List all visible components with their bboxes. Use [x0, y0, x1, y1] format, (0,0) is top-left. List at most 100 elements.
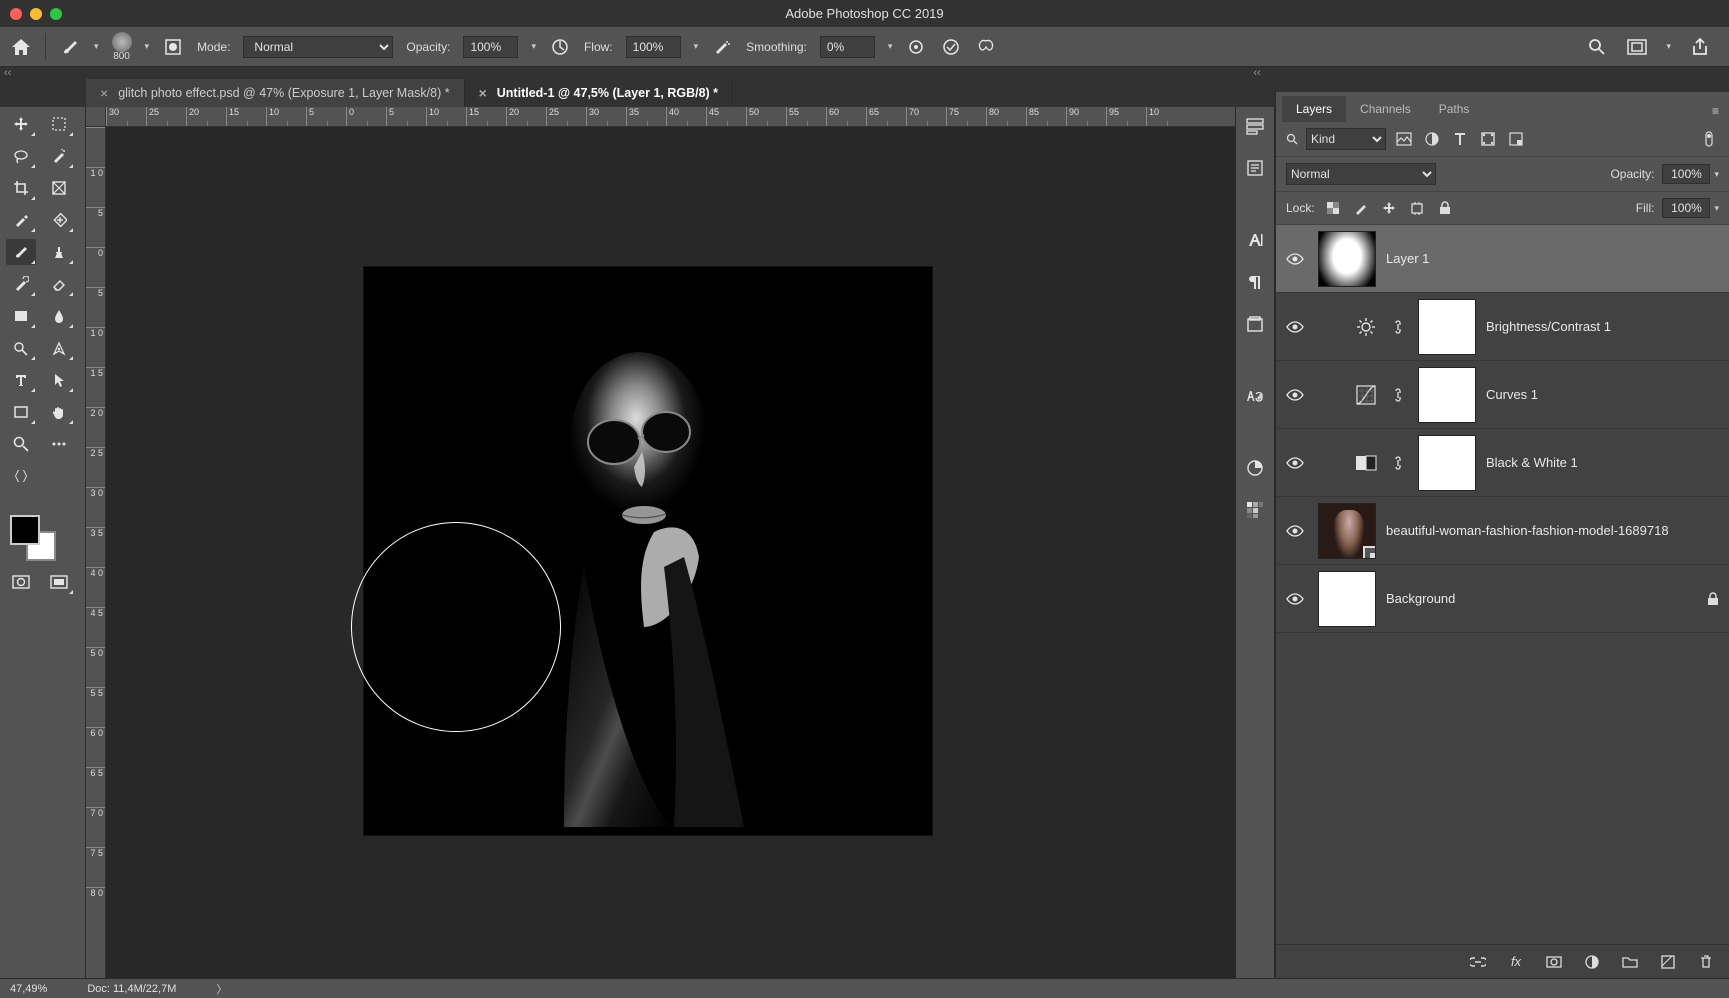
- lasso-tool[interactable]: [6, 143, 36, 169]
- artboard[interactable]: [364, 267, 932, 835]
- close-icon[interactable]: ×: [479, 85, 487, 101]
- lock-artboard-icon[interactable]: [1407, 198, 1427, 218]
- symmetry-icon[interactable]: [940, 36, 962, 58]
- layer-row[interactable]: Curves 1: [1276, 361, 1729, 429]
- frame-tool[interactable]: [44, 175, 74, 201]
- layer-name[interactable]: Curves 1: [1486, 387, 1538, 402]
- window-minimize-button[interactable]: [30, 8, 42, 20]
- layer-name[interactable]: Background: [1386, 591, 1455, 606]
- layer-mask-thumb[interactable]: [1418, 435, 1476, 491]
- lock-pixels-icon[interactable]: [1351, 198, 1371, 218]
- layer-name[interactable]: Brightness/Contrast 1: [1486, 319, 1611, 334]
- new-layer-icon[interactable]: [1659, 953, 1677, 971]
- layer-filter-kind-select[interactable]: Kind: [1306, 128, 1386, 150]
- ruler-origin[interactable]: [86, 107, 106, 127]
- layer-thumb[interactable]: [1318, 571, 1376, 627]
- layer-visibility-icon[interactable]: [1286, 253, 1308, 265]
- flow-input[interactable]: [626, 36, 681, 58]
- filter-smart-icon[interactable]: [1506, 129, 1526, 149]
- move-tool[interactable]: [6, 111, 36, 137]
- blur-tool[interactable]: [44, 303, 74, 329]
- opacity-chevron-icon[interactable]: ▾: [531, 41, 536, 52]
- zoom-level[interactable]: 47,49%: [10, 983, 47, 995]
- link-layers-icon[interactable]: [1469, 953, 1487, 971]
- layer-visibility-icon[interactable]: [1286, 525, 1308, 537]
- search-icon[interactable]: [1586, 36, 1608, 58]
- filter-pixel-icon[interactable]: [1394, 129, 1414, 149]
- document-tab-0[interactable]: × glitch photo effect.psd @ 47% (Exposur…: [86, 79, 465, 107]
- pressure-opacity-icon[interactable]: [549, 36, 571, 58]
- type-tool[interactable]: [6, 367, 36, 393]
- more-tools-icon[interactable]: [44, 431, 74, 457]
- layer-mask-icon[interactable]: [1545, 953, 1563, 971]
- doc-size[interactable]: Doc: 11,4M/22,7M: [87, 983, 176, 995]
- filter-type-icon[interactable]: [1450, 129, 1470, 149]
- close-icon[interactable]: ×: [100, 85, 108, 101]
- hand-tool[interactable]: [44, 399, 74, 425]
- tool-preset-chevron-icon[interactable]: ▾: [94, 41, 99, 52]
- layer-row[interactable]: Black & White 1: [1276, 429, 1729, 497]
- layer-link-icon[interactable]: [1392, 456, 1408, 470]
- quick-select-tool[interactable]: [44, 143, 74, 169]
- zoom-tool[interactable]: [6, 431, 36, 457]
- adjustment-layer-icon[interactable]: [1583, 953, 1601, 971]
- paragraph-panel-icon[interactable]: [1242, 269, 1268, 295]
- panel-menu-icon[interactable]: ≡: [1702, 100, 1729, 122]
- document-tab-1[interactable]: × Untitled-1 @ 47,5% (Layer 1, RGB/8) *: [465, 79, 733, 107]
- properties-panel-icon[interactable]: [1242, 155, 1268, 181]
- layer-fill-input[interactable]: [1662, 198, 1710, 218]
- right-collapse-icon[interactable]: ‹‹: [1239, 67, 1275, 79]
- lock-transparency-icon[interactable]: [1323, 198, 1343, 218]
- healing-brush-tool[interactable]: [44, 207, 74, 233]
- chevron-down-icon[interactable]: ▾: [1714, 169, 1719, 180]
- libraries-panel-icon[interactable]: [1242, 311, 1268, 337]
- rectangle-tool[interactable]: [6, 399, 36, 425]
- history-panel-icon[interactable]: [1242, 113, 1268, 139]
- layer-row[interactable]: Layer 1: [1276, 225, 1729, 293]
- flow-chevron-icon[interactable]: ▾: [694, 41, 699, 52]
- eraser-tool[interactable]: [44, 271, 74, 297]
- brush-settings-icon[interactable]: [162, 36, 184, 58]
- character-panel-icon[interactable]: [1242, 227, 1268, 253]
- chevron-down-icon[interactable]: ▾: [1714, 203, 1719, 214]
- layer-row[interactable]: beautiful-woman-fashion-fashion-model-16…: [1276, 497, 1729, 565]
- tab-layers[interactable]: Layers: [1282, 96, 1346, 122]
- screen-mode-tool[interactable]: [44, 569, 74, 595]
- layer-opacity-input[interactable]: [1662, 164, 1710, 184]
- layer-fx-icon[interactable]: fx: [1507, 953, 1525, 971]
- tab-paths[interactable]: Paths: [1425, 96, 1484, 122]
- color-swatches[interactable]: [10, 515, 70, 563]
- brush-tool-icon[interactable]: [59, 36, 81, 58]
- smoothing-input[interactable]: [820, 36, 875, 58]
- layer-thumb[interactable]: [1318, 503, 1376, 559]
- layer-link-icon[interactable]: [1392, 388, 1408, 402]
- eyedropper-tool[interactable]: [6, 207, 36, 233]
- layer-link-icon[interactable]: [1392, 320, 1408, 334]
- marquee-tool[interactable]: [44, 111, 74, 137]
- layer-visibility-icon[interactable]: [1286, 457, 1308, 469]
- brush-preset-chevron-icon[interactable]: ▾: [145, 41, 150, 52]
- blend-mode-select[interactable]: Normal: [243, 36, 393, 58]
- vertical-ruler[interactable]: 1 05051 01 52 02 53 03 54 04 55 05 56 06…: [86, 127, 106, 978]
- brush-preset-picker[interactable]: 800: [112, 32, 132, 62]
- lock-position-icon[interactable]: [1379, 198, 1399, 218]
- layer-row[interactable]: Brightness/Contrast 1: [1276, 293, 1729, 361]
- filter-adjustment-icon[interactable]: [1422, 129, 1442, 149]
- frame-icon[interactable]: [1626, 36, 1648, 58]
- layer-mask-thumb[interactable]: [1418, 367, 1476, 423]
- share-icon[interactable]: [1689, 36, 1711, 58]
- layer-thumb[interactable]: [1318, 231, 1376, 287]
- status-chevron-icon[interactable]: 〉: [216, 981, 227, 997]
- layer-group-icon[interactable]: [1621, 953, 1639, 971]
- history-brush-tool[interactable]: [6, 271, 36, 297]
- lock-all-icon[interactable]: [1435, 198, 1455, 218]
- layer-row[interactable]: Background: [1276, 565, 1729, 633]
- filter-shape-icon[interactable]: [1478, 129, 1498, 149]
- swatches-panel-icon[interactable]: [1242, 497, 1268, 523]
- clone-stamp-tool[interactable]: [44, 239, 74, 265]
- foreground-color[interactable]: [10, 515, 40, 545]
- pen-tool[interactable]: [44, 335, 74, 361]
- layer-visibility-icon[interactable]: [1286, 389, 1308, 401]
- smoothing-chevron-icon[interactable]: ▾: [888, 41, 893, 52]
- butterfly-symmetry-icon[interactable]: [975, 36, 997, 58]
